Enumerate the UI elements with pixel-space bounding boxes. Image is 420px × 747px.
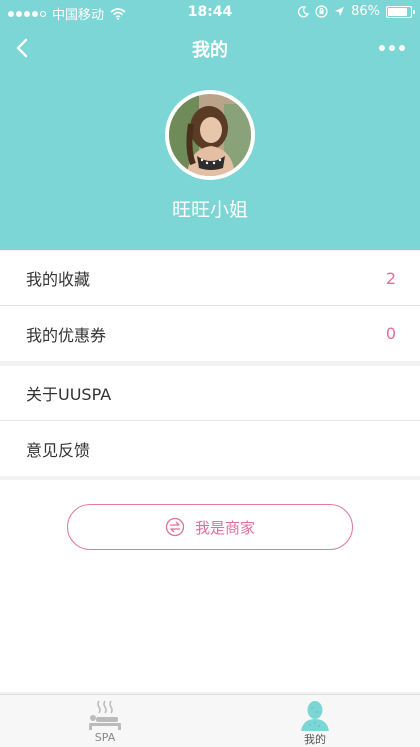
menu-item-label: 意见反馈 xyxy=(26,440,91,460)
username: 旺旺小姐 xyxy=(171,199,248,221)
avatar[interactable] xyxy=(165,90,255,180)
page-title: 我的 xyxy=(192,40,228,61)
menu-item-feedback[interactable]: 意见反馈 xyxy=(0,421,420,476)
battery-percent: 86% xyxy=(351,4,380,19)
favorites-count: 2 xyxy=(385,268,396,288)
tab-bar: SPA 我的 xyxy=(0,694,420,747)
location-icon xyxy=(335,7,345,16)
swap-icon xyxy=(165,517,185,537)
more-dot xyxy=(379,45,385,51)
merchant-area: 我是商家 xyxy=(0,480,420,692)
menu-item-coupons[interactable]: 我的优惠券 0 xyxy=(0,306,420,361)
moon-icon xyxy=(298,5,310,17)
avatar-image xyxy=(169,94,251,176)
menu-item-favorites[interactable]: 我的收藏 2 xyxy=(0,251,420,306)
menu-item-label: 我的优惠券 xyxy=(26,325,107,345)
menu-item-label: 我的收藏 xyxy=(26,270,91,289)
tab-profile[interactable]: 我的 xyxy=(210,695,420,747)
tab-label: 我的 xyxy=(304,733,326,746)
more-button[interactable] xyxy=(376,34,408,62)
tab-spa[interactable]: SPA xyxy=(0,695,210,747)
battery-icon xyxy=(386,5,415,18)
orientation-lock-icon xyxy=(315,5,328,18)
more-dot xyxy=(389,45,395,51)
merchant-button[interactable]: 我是商家 xyxy=(67,504,353,550)
status-bar: 中国移动 18:44 86% xyxy=(0,0,420,24)
merchant-button-label: 我是商家 xyxy=(194,518,255,537)
menu-item-about[interactable]: 关于UUSPA xyxy=(0,366,420,421)
coupons-count: 0 xyxy=(385,324,396,343)
section-info: 关于UUSPA 意见反馈 xyxy=(0,366,420,476)
tab-label: SPA xyxy=(94,731,116,744)
more-dot xyxy=(399,45,405,51)
spa-icon xyxy=(89,700,121,730)
nav-bar: 我的 xyxy=(0,24,420,72)
profile-icon xyxy=(301,701,329,731)
menu-item-label: 关于UUSPA xyxy=(26,385,112,404)
section-personal: 我的收藏 2 我的优惠券 0 xyxy=(0,251,420,361)
profile-header: 中国移动 18:44 86% 我的 旺旺小姐 xyxy=(0,0,420,250)
